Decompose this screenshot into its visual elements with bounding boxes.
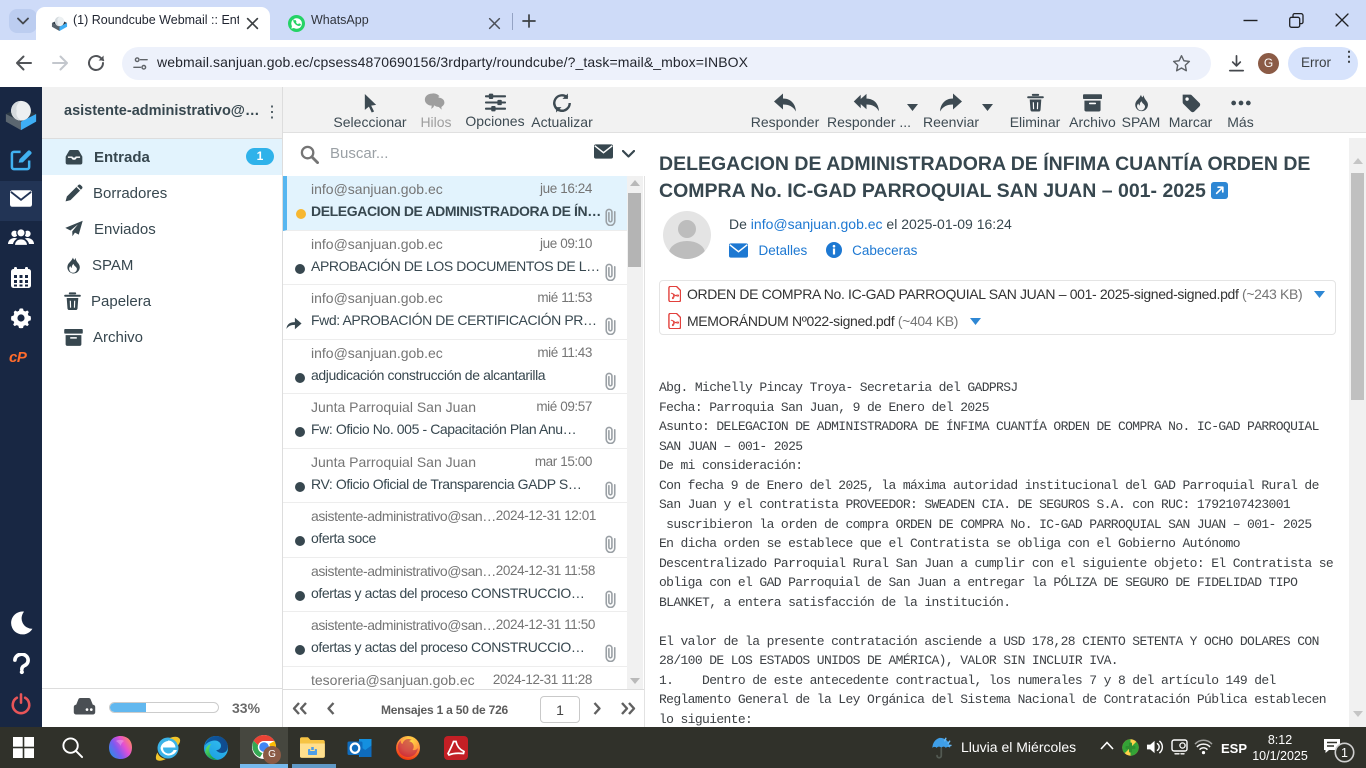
svg-text:1: 1 [1341, 746, 1348, 760]
